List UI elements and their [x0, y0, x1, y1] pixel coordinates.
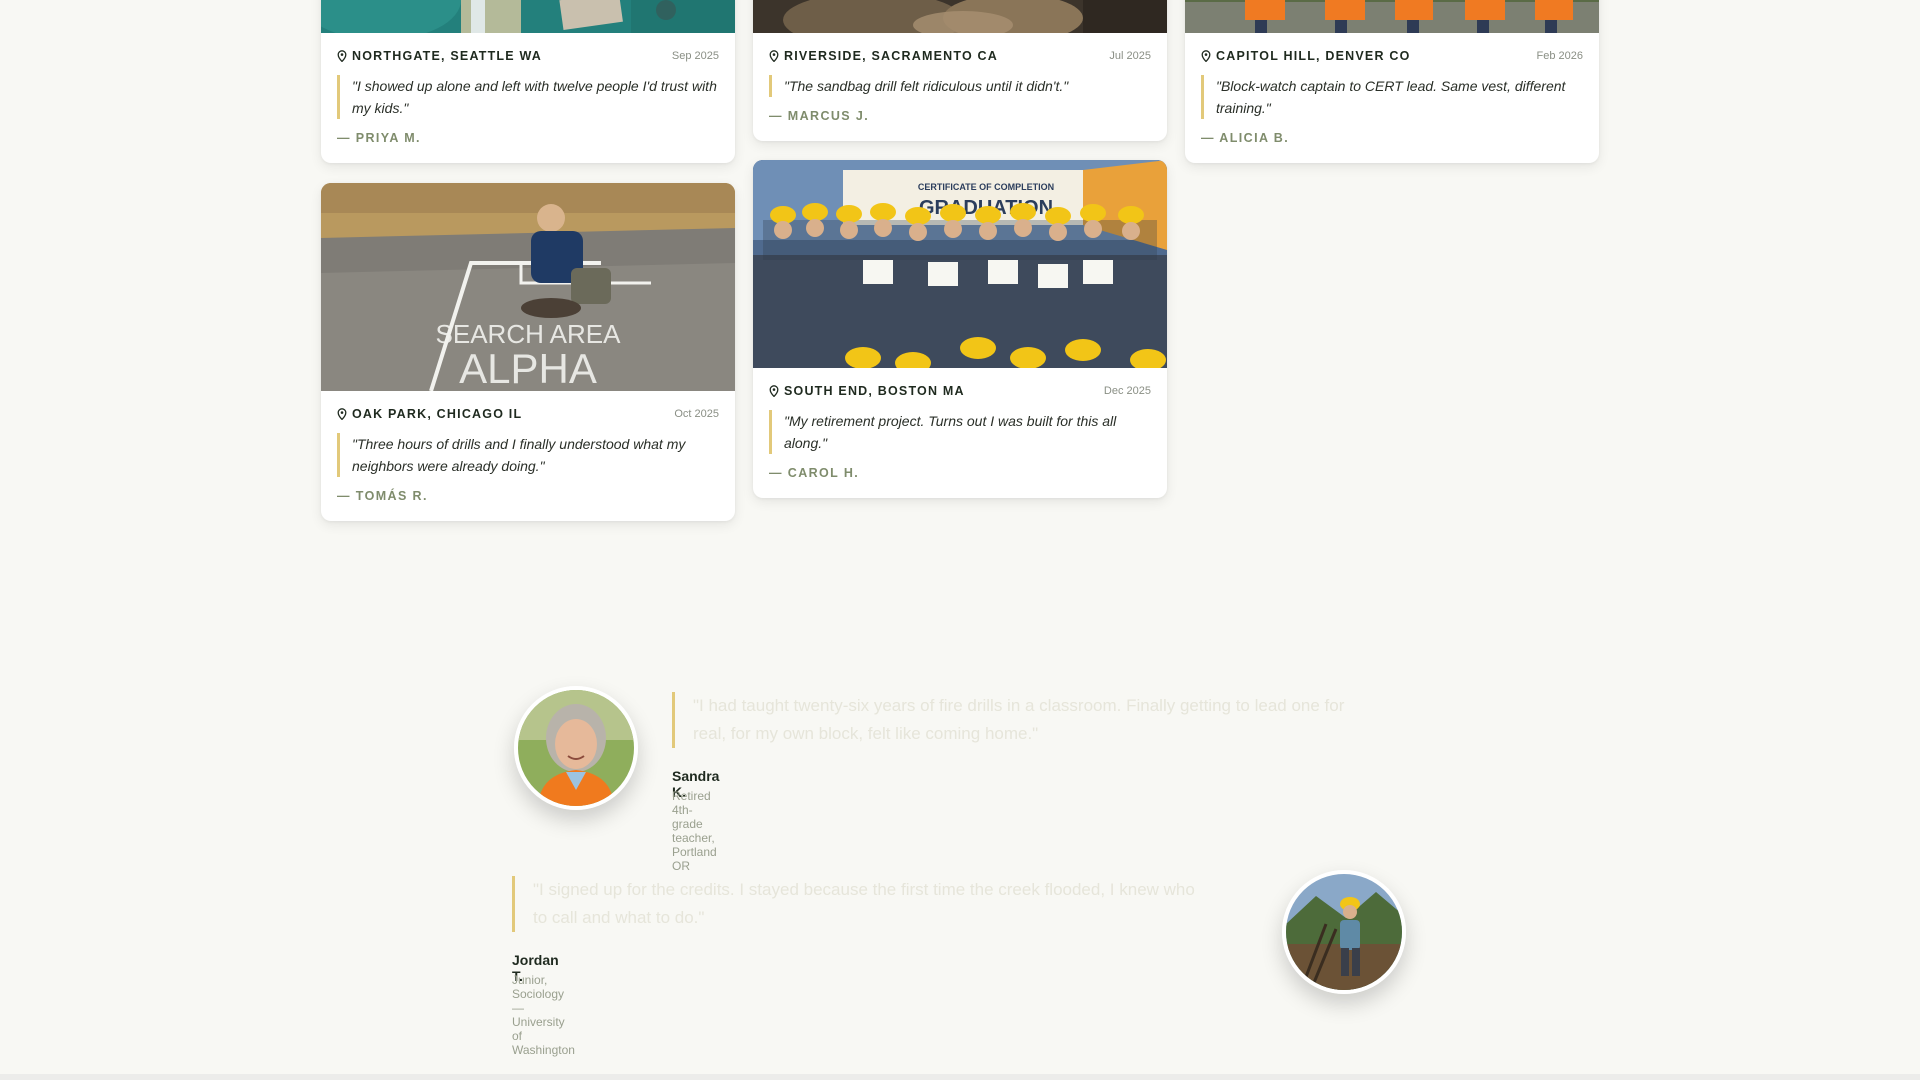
photo-caption-line2: ALPHA — [459, 345, 597, 391]
story-quote: "My retirement project. Turns out I was … — [769, 410, 1151, 454]
story-photo: SEARCH AREA ALPHA — [321, 183, 735, 391]
story-photo — [753, 0, 1167, 33]
story-quote: "Three hours of drills and I finally und… — [337, 433, 719, 477]
story-date: Dec 2025 — [1103, 385, 1151, 397]
story-card[interactable]: CERTIFICATE OF COMPLETION GRADUATION — [753, 160, 1167, 498]
story-meta: SOUTH END, BOSTON MA Dec 2025 — [769, 384, 1151, 398]
map-pin-icon — [1201, 50, 1211, 62]
story-location-label: SOUTH END, BOSTON MA — [784, 384, 965, 398]
testimonial-role: Junior, Sociology — University of Washin… — [512, 973, 575, 1057]
story-photo — [1185, 0, 1599, 33]
story-meta: OAK PARK, CHICAGO IL Oct 2025 — [337, 407, 719, 421]
story-author: — MARCUS J. — [769, 109, 870, 123]
testimonial-quote: "I had taught twenty-six years of fire d… — [672, 692, 1372, 748]
story-location: CAPITOL HILL, DENVER CO — [1201, 49, 1411, 63]
map-pin-icon — [769, 385, 779, 397]
banner-subtitle: CERTIFICATE OF COMPLETION — [918, 182, 1054, 192]
story-quote: "The sandbag drill felt ridiculous until… — [769, 75, 1151, 97]
story-card[interactable]: NORTHGATE, SEATTLE WA Sep 2025 "I showed… — [321, 0, 735, 163]
story-card[interactable]: SEARCH AREA ALPHA OAK PARK, CHICAGO IL O… — [321, 183, 735, 521]
story-photo: CERTIFICATE OF COMPLETION GRADUATION — [753, 160, 1167, 368]
story-location-label: CAPITOL HILL, DENVER CO — [1216, 49, 1411, 63]
story-location: RIVERSIDE, SACRAMENTO CA — [769, 49, 998, 63]
story-location-label: RIVERSIDE, SACRAMENTO CA — [784, 49, 999, 63]
avatar — [514, 686, 638, 810]
story-photo — [321, 0, 735, 33]
map-pin-icon — [337, 50, 347, 62]
testimonial-role: Retired 4th-grade teacher, Portland OR — [672, 789, 717, 873]
story-date: Jul 2025 — [1109, 50, 1151, 62]
story-meta: CAPITOL HILL, DENVER CO Feb 2026 — [1201, 49, 1583, 63]
story-author: — PRIYA M. — [337, 131, 421, 145]
story-body: OAK PARK, CHICAGO IL Oct 2025 "Three hou… — [321, 391, 735, 521]
story-author: — ALICIA B. — [1201, 131, 1290, 145]
story-meta: NORTHGATE, SEATTLE WA Sep 2025 — [337, 49, 719, 63]
story-location-label: NORTHGATE, SEATTLE WA — [352, 49, 543, 63]
story-date: Feb 2026 — [1536, 50, 1583, 62]
story-body: CAPITOL HILL, DENVER CO Feb 2026 "Block-… — [1185, 33, 1599, 163]
story-body: RIVERSIDE, SACRAMENTO CA Jul 2025 "The s… — [753, 33, 1167, 141]
footer-divider — [0, 1074, 1920, 1080]
story-date: Oct 2025 — [674, 408, 719, 420]
avatar — [1282, 870, 1406, 994]
story-author: — TOMÁS R. — [337, 489, 428, 503]
story-body: NORTHGATE, SEATTLE WA Sep 2025 "I showed… — [321, 33, 735, 163]
story-date: Sep 2025 — [671, 50, 719, 62]
story-card[interactable]: RIVERSIDE, SACRAMENTO CA Jul 2025 "The s… — [753, 0, 1167, 141]
story-location-label: OAK PARK, CHICAGO IL — [352, 407, 523, 421]
testimonial-quote: "I signed up for the credits. I stayed b… — [512, 876, 1212, 932]
map-pin-icon — [769, 50, 779, 62]
story-location: NORTHGATE, SEATTLE WA — [337, 49, 542, 63]
story-card[interactable]: CAPITOL HILL, DENVER CO Feb 2026 "Block-… — [1185, 0, 1599, 163]
map-pin-icon — [337, 408, 347, 420]
story-quote: "Block-watch captain to CERT lead. Same … — [1201, 75, 1583, 119]
story-author: — CAROL H. — [769, 466, 860, 480]
story-quote: "I showed up alone and left with twelve … — [337, 75, 719, 119]
story-location: OAK PARK, CHICAGO IL — [337, 407, 522, 421]
story-location: SOUTH END, BOSTON MA — [769, 384, 965, 398]
story-meta: RIVERSIDE, SACRAMENTO CA Jul 2025 — [769, 49, 1151, 63]
story-body: SOUTH END, BOSTON MA Dec 2025 "My retire… — [753, 368, 1167, 498]
